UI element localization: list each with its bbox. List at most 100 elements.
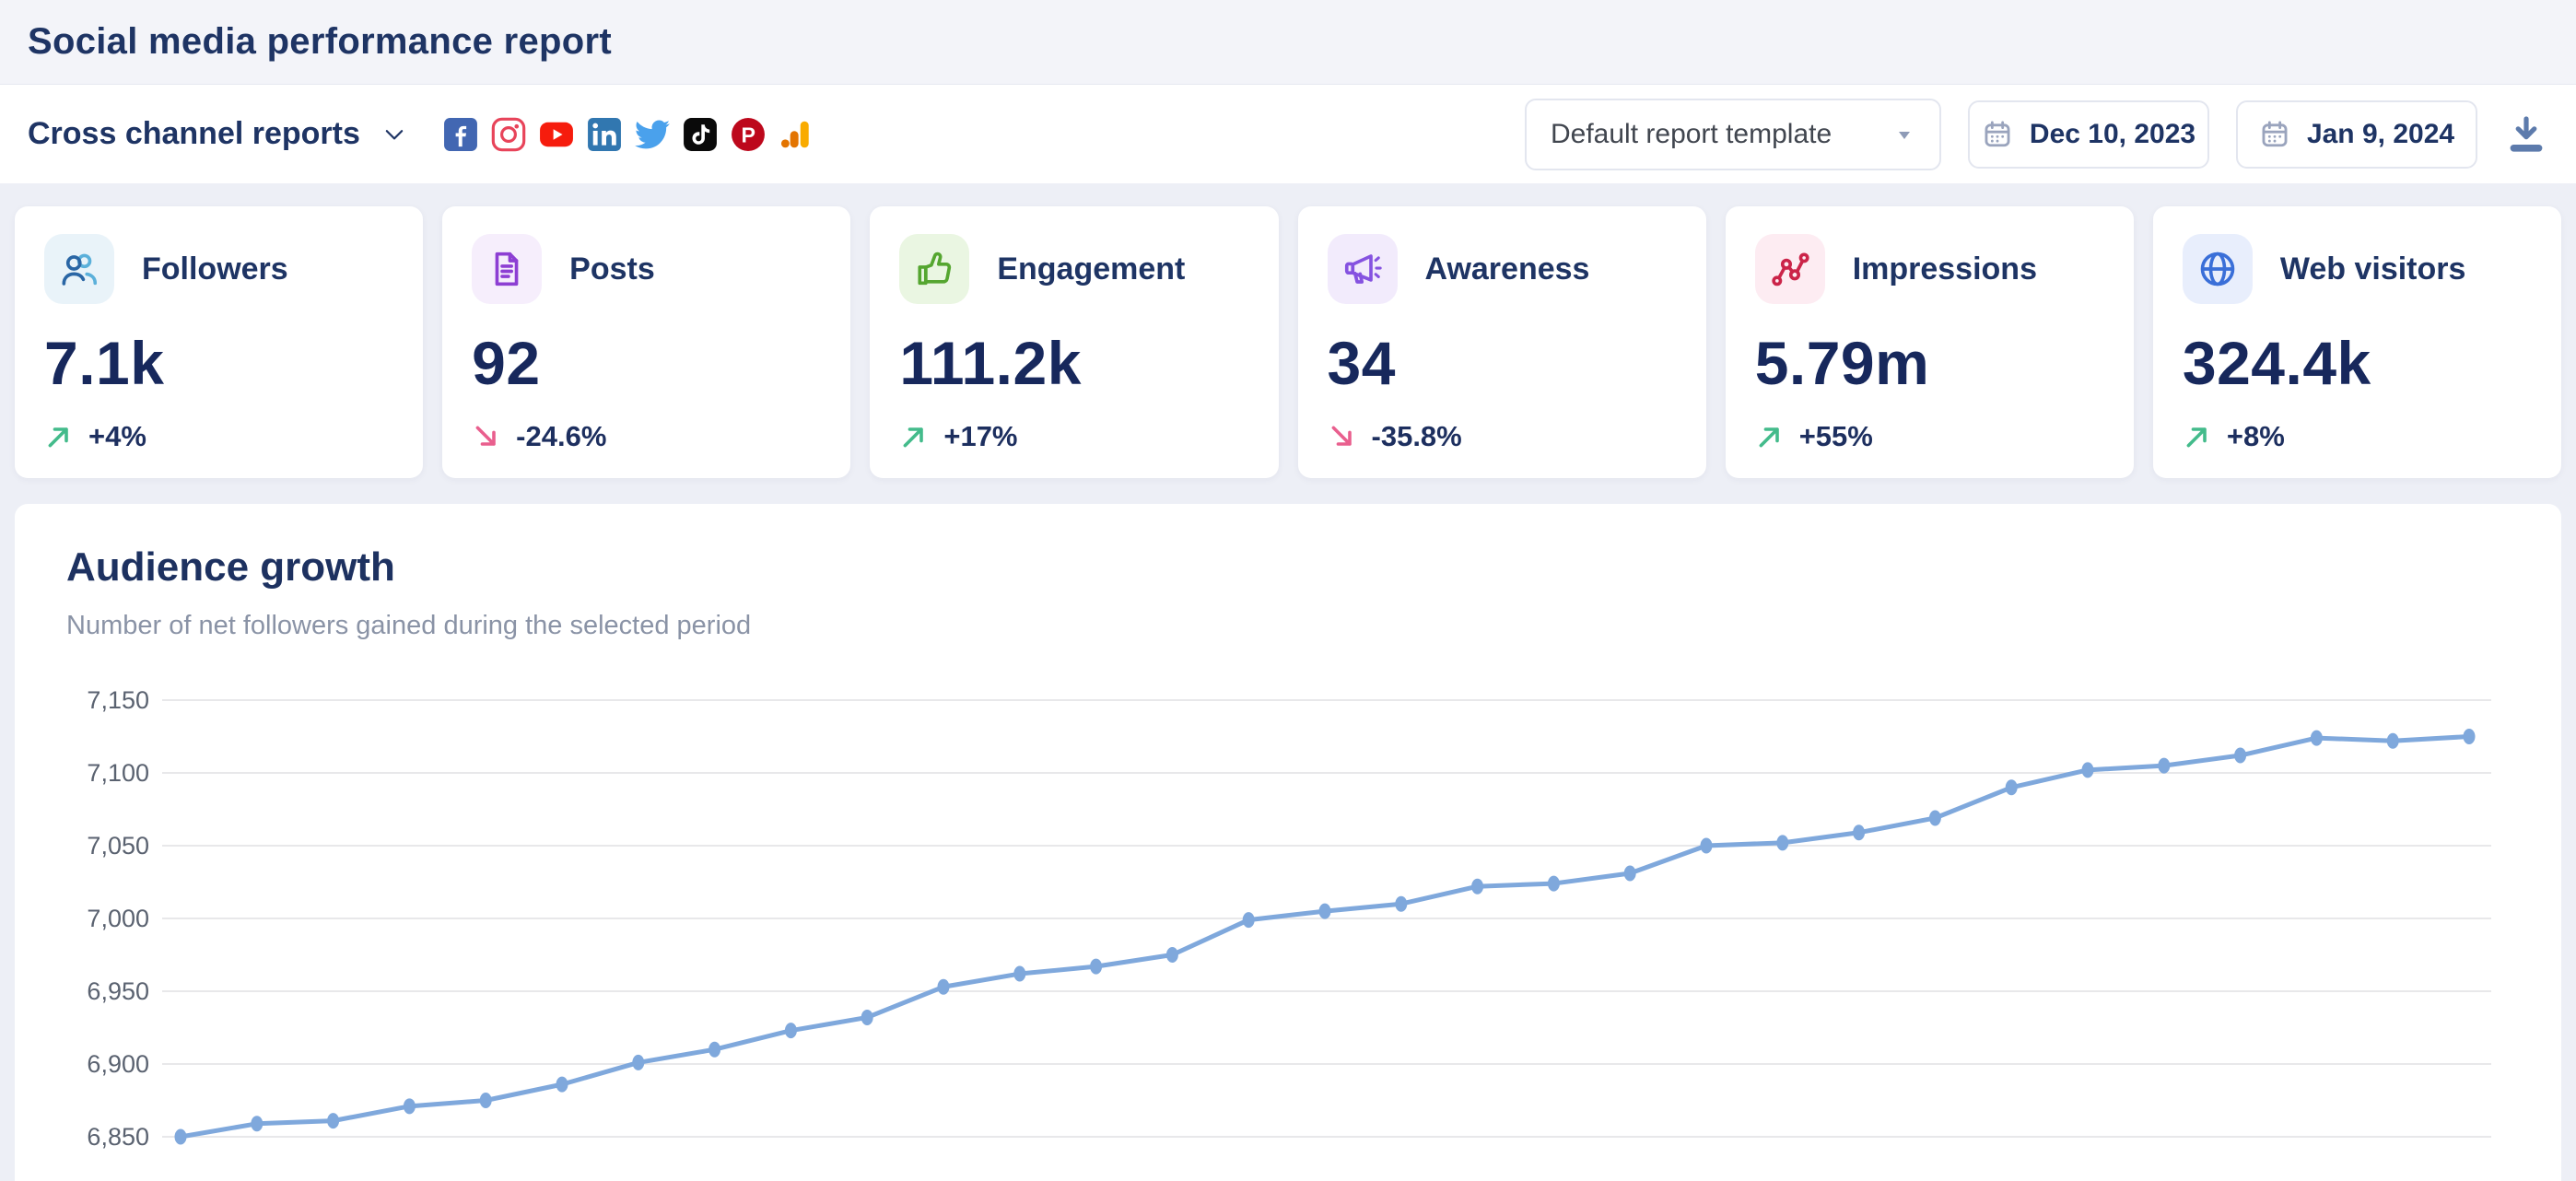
data-point xyxy=(2464,729,2476,744)
y-axis-tick: 7,150 xyxy=(87,686,149,714)
trend-value: +55% xyxy=(1799,420,1873,453)
trend-down-icon xyxy=(472,422,501,451)
data-point xyxy=(632,1055,644,1070)
data-point xyxy=(708,1042,720,1058)
metric-label: Awareness xyxy=(1425,251,1590,287)
linkedin-icon[interactable] xyxy=(587,117,622,152)
metric-card: Followers 7.1k +4% xyxy=(15,206,423,478)
audience-growth-chart: 7,150 7,100 7,050 7,000 6,950 6,900 6,850 xyxy=(15,672,2561,1167)
y-axis-tick: 6,950 xyxy=(87,977,149,1005)
y-axis-tick: 6,850 xyxy=(87,1123,149,1151)
metric-trend: -35.8% xyxy=(1328,420,1677,453)
chevron-down-icon xyxy=(381,121,408,148)
trend-value: -35.8% xyxy=(1372,420,1462,453)
calendar-icon xyxy=(2259,119,2290,150)
trend-value: +4% xyxy=(88,420,146,453)
data-point xyxy=(1090,959,1102,975)
app-header: Social media performance report xyxy=(0,0,2576,85)
metric-card: Engagement 111.2k +17% xyxy=(870,206,1278,478)
toolbar: Cross channel reports P Default report t… xyxy=(0,85,2576,183)
date-to-button[interactable]: Jan 9, 2024 xyxy=(2236,100,2477,169)
metric-label: Engagement xyxy=(997,251,1185,287)
metric-value: 34 xyxy=(1328,328,1677,398)
twitter-icon[interactable] xyxy=(635,117,670,152)
metric-label: Followers xyxy=(142,251,288,287)
data-point xyxy=(480,1093,492,1108)
trend-value: +8% xyxy=(2227,420,2285,453)
chart-subtitle: Number of net followers gained during th… xyxy=(15,590,2561,641)
metric-label: Web visitors xyxy=(2280,251,2466,287)
metric-label: Posts xyxy=(569,251,655,287)
google-analytics-icon[interactable] xyxy=(779,117,814,152)
data-point xyxy=(1013,966,1025,982)
metric-value: 5.79m xyxy=(1755,328,2104,398)
instagram-icon[interactable] xyxy=(491,117,526,152)
date-from-button[interactable]: Dec 10, 2023 xyxy=(1968,100,2209,169)
data-point xyxy=(2158,758,2170,774)
data-point xyxy=(556,1077,568,1093)
report-template-value: Default report template xyxy=(1551,119,1832,150)
trend-up-icon xyxy=(44,422,74,451)
metric-label: Impressions xyxy=(1853,251,2037,287)
metric-cards: Followers 7.1k +4% Posts 92 -24.6% Engag… xyxy=(15,206,2561,478)
metric-trend: +17% xyxy=(899,420,1248,453)
y-axis-tick: 6,900 xyxy=(87,1050,149,1078)
toolbar-right: Default report template Dec 10, 2023 Jan… xyxy=(1525,99,2548,170)
reports-menu[interactable]: Cross channel reports xyxy=(28,116,408,152)
y-axis-tick: 7,100 xyxy=(87,759,149,787)
data-point xyxy=(1929,810,1941,825)
trend-up-icon xyxy=(2183,422,2212,451)
web-visitors-icon xyxy=(2183,234,2253,304)
metric-trend: -24.6% xyxy=(472,420,821,453)
y-axis-tick: 7,000 xyxy=(87,905,149,932)
trend-value: +17% xyxy=(943,420,1017,453)
data-point xyxy=(785,1023,797,1038)
data-point xyxy=(251,1116,263,1131)
data-point xyxy=(404,1098,416,1114)
data-point xyxy=(1243,912,1255,928)
page-title: Social media performance report xyxy=(28,21,612,63)
metric-card: Impressions 5.79m +55% xyxy=(1726,206,2134,478)
trend-down-icon xyxy=(1328,422,1357,451)
chart-title: Audience growth xyxy=(15,504,2561,590)
data-point xyxy=(1776,835,1788,850)
date-from-value: Dec 10, 2023 xyxy=(2030,119,2195,150)
trend-value: -24.6% xyxy=(516,420,606,453)
data-point xyxy=(1701,838,1713,854)
y-axis-tick: 7,050 xyxy=(87,832,149,859)
data-point xyxy=(2311,731,2323,746)
awareness-icon xyxy=(1328,234,1398,304)
caret-down-icon xyxy=(1893,123,1915,146)
youtube-icon[interactable] xyxy=(539,117,574,152)
data-point xyxy=(2006,779,2018,795)
pinterest-icon[interactable]: P xyxy=(731,117,766,152)
data-point xyxy=(938,979,950,995)
metric-value: 111.2k xyxy=(899,328,1248,398)
metric-card: Web visitors 324.4k +8% xyxy=(2153,206,2561,478)
followers-icon xyxy=(44,234,114,304)
download-icon[interactable] xyxy=(2504,112,2548,157)
facebook-icon[interactable] xyxy=(443,117,478,152)
reports-menu-label: Cross channel reports xyxy=(28,116,360,152)
trend-up-icon xyxy=(899,422,929,451)
metric-trend: +8% xyxy=(2183,420,2532,453)
data-point xyxy=(2234,748,2246,764)
metric-value: 324.4k xyxy=(2183,328,2532,398)
followers-line-series xyxy=(181,737,2469,1138)
calendar-icon xyxy=(1982,119,2013,150)
metric-trend: +4% xyxy=(44,420,393,453)
data-point xyxy=(2082,762,2094,778)
posts-icon xyxy=(472,234,542,304)
data-point xyxy=(1319,904,1331,919)
impressions-icon xyxy=(1755,234,1825,304)
tiktok-icon[interactable] xyxy=(683,117,718,152)
svg-text:P: P xyxy=(741,123,755,146)
metric-card: Posts 92 -24.6% xyxy=(442,206,850,478)
data-point xyxy=(1471,879,1483,895)
metric-value: 7.1k xyxy=(44,328,393,398)
data-point xyxy=(1166,947,1178,963)
data-point xyxy=(327,1113,339,1128)
metric-trend: +55% xyxy=(1755,420,2104,453)
report-template-select[interactable]: Default report template xyxy=(1525,99,1941,170)
trend-up-icon xyxy=(1755,422,1785,451)
